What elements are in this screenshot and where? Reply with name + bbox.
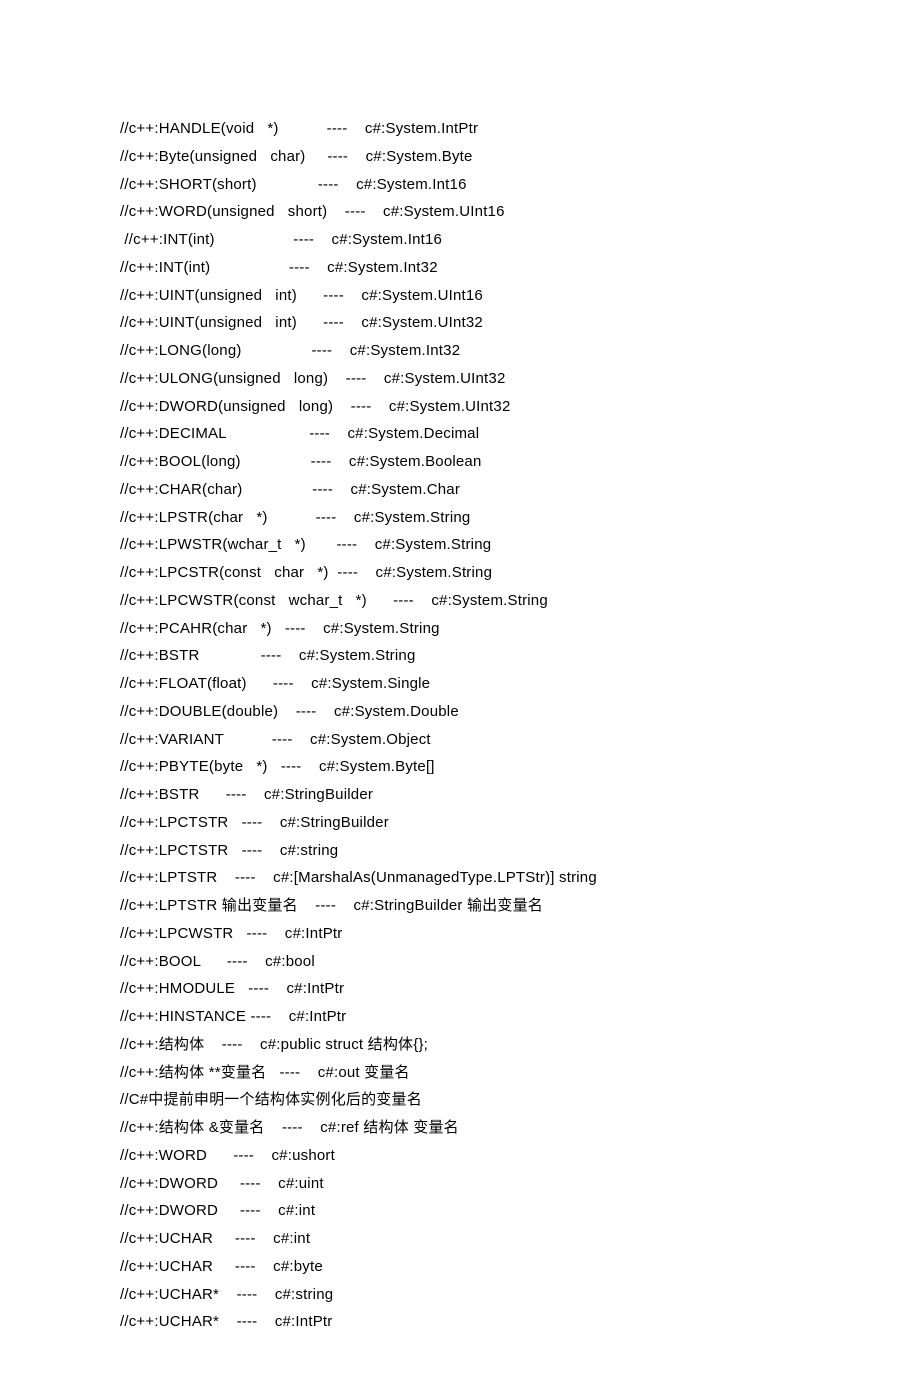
code-line: //c++:结构体 ---- c#:public struct 结构体{}; bbox=[120, 1031, 800, 1059]
code-line: //c++:LPTSTR ---- c#:[MarshalAs(Unmanage… bbox=[120, 864, 800, 892]
code-line: //c++:LPSTR(char *) ---- c#:System.Strin… bbox=[120, 504, 800, 532]
code-line: //c++:BOOL ---- c#:bool bbox=[120, 948, 800, 976]
code-line: //c++:HINSTANCE ---- c#:IntPtr bbox=[120, 1003, 800, 1031]
code-line: //c++:LONG(long) ---- c#:System.Int32 bbox=[120, 337, 800, 365]
code-line: //c++:LPCWSTR(const wchar_t *) ---- c#:S… bbox=[120, 587, 800, 615]
code-line: //c++:DWORD(unsigned long) ---- c#:Syste… bbox=[120, 393, 800, 421]
code-line: //c++:FLOAT(float) ---- c#:System.Single bbox=[120, 670, 800, 698]
code-line: //c++:DOUBLE(double) ---- c#:System.Doub… bbox=[120, 698, 800, 726]
code-line: //c++:UCHAR* ---- c#:string bbox=[120, 1281, 800, 1309]
code-line: //c++:LPWSTR(wchar_t *) ---- c#:System.S… bbox=[120, 531, 800, 559]
code-line: //c++:VARIANT ---- c#:System.Object bbox=[120, 726, 800, 754]
code-line: //c++:SHORT(short) ---- c#:System.Int16 bbox=[120, 171, 800, 199]
code-line: //c++:INT(int) ---- c#:System.Int32 bbox=[120, 254, 800, 282]
code-line: //c++:BOOL(long) ---- c#:System.Boolean bbox=[120, 448, 800, 476]
code-line: //c++:ULONG(unsigned long) ---- c#:Syste… bbox=[120, 365, 800, 393]
code-line: //c++:DWORD ---- c#:int bbox=[120, 1197, 800, 1225]
code-line: //c++:LPCTSTR ---- c#:StringBuilder bbox=[120, 809, 800, 837]
code-line: //c++:UINT(unsigned int) ---- c#:System.… bbox=[120, 282, 800, 310]
code-line: //c++:LPCWSTR ---- c#:IntPtr bbox=[120, 920, 800, 948]
code-line: //c++:UCHAR ---- c#:int bbox=[120, 1225, 800, 1253]
code-line: //c++:DWORD ---- c#:uint bbox=[120, 1170, 800, 1198]
code-line: //c++:INT(int) ---- c#:System.Int16 bbox=[120, 226, 800, 254]
code-line: //c++:UINT(unsigned int) ---- c#:System.… bbox=[120, 309, 800, 337]
code-line: //c++:UCHAR* ---- c#:IntPtr bbox=[120, 1308, 800, 1336]
code-line: //c++:UCHAR ---- c#:byte bbox=[120, 1253, 800, 1281]
code-line: //c++:DECIMAL ---- c#:System.Decimal bbox=[120, 420, 800, 448]
document-page: //c++:HANDLE(void *) ---- c#:System.IntP… bbox=[0, 0, 920, 1396]
code-line: //c++:WORD ---- c#:ushort bbox=[120, 1142, 800, 1170]
code-line: //c++:LPTSTR 输出变量名 ---- c#:StringBuilder… bbox=[120, 892, 800, 920]
code-line: //C#中提前申明一个结构体实例化后的变量名 bbox=[120, 1086, 800, 1114]
code-line: //c++:结构体 &变量名 ---- c#:ref 结构体 变量名 bbox=[120, 1114, 800, 1142]
code-line: //c++:Byte(unsigned char) ---- c#:System… bbox=[120, 143, 800, 171]
code-line: //c++:WORD(unsigned short) ---- c#:Syste… bbox=[120, 198, 800, 226]
code-line: //c++:BSTR ---- c#:StringBuilder bbox=[120, 781, 800, 809]
code-line: //c++:结构体 **变量名 ---- c#:out 变量名 bbox=[120, 1059, 800, 1087]
code-line: //c++:LPCSTR(const char *) ---- c#:Syste… bbox=[120, 559, 800, 587]
code-line: //c++:PBYTE(byte *) ---- c#:System.Byte[… bbox=[120, 753, 800, 781]
code-line: //c++:LPCTSTR ---- c#:string bbox=[120, 837, 800, 865]
code-mapping-list: //c++:HANDLE(void *) ---- c#:System.IntP… bbox=[120, 115, 800, 1336]
code-line: //c++:CHAR(char) ---- c#:System.Char bbox=[120, 476, 800, 504]
code-line: //c++:PCAHR(char *) ---- c#:System.Strin… bbox=[120, 615, 800, 643]
code-line: //c++:HANDLE(void *) ---- c#:System.IntP… bbox=[120, 115, 800, 143]
code-line: //c++:HMODULE ---- c#:IntPtr bbox=[120, 975, 800, 1003]
code-line: //c++:BSTR ---- c#:System.String bbox=[120, 642, 800, 670]
